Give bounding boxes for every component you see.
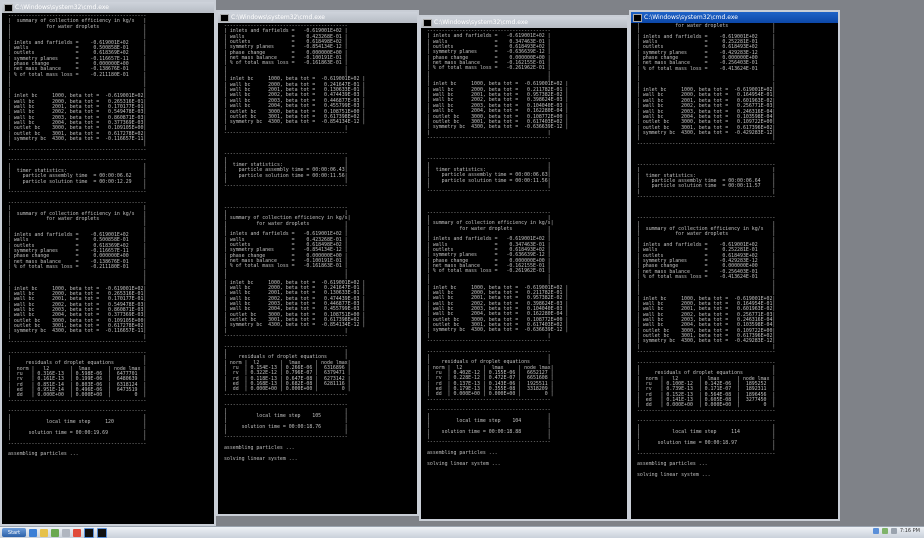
ie-icon[interactable] (29, 528, 37, 537)
cmd-icon (4, 3, 13, 12)
console-output[interactable]: ----------------------------------------… (2, 13, 214, 458)
cmd-icon (220, 13, 229, 22)
window-title: C:\Windows\system32\cmd.exe (15, 4, 109, 11)
taskbar: Start 7:16 PM (0, 526, 924, 538)
console-output[interactable]: ----------------------------------------… (421, 28, 627, 467)
app-icon[interactable] (62, 528, 70, 537)
window-titlebar[interactable]: C:\Windows\system32\cmd.exe (421, 17, 627, 28)
cmd-taskbar-icon[interactable] (97, 527, 107, 538)
cmd-window-4[interactable]: C:\Windows\system32\cmd.exe | for water … (629, 10, 840, 521)
network-icon[interactable] (881, 528, 888, 534)
cmd-window-1[interactable]: C:\Windows\system32\cmd.exe ------------… (0, 0, 216, 526)
cmd-icon (423, 18, 432, 27)
window-title: C:\Windows\system32\cmd.exe (231, 14, 325, 21)
app-icon[interactable] (51, 528, 59, 537)
console-output[interactable]: | for water droplets | | | | inlets and … (631, 23, 838, 478)
cmd-window-3[interactable]: C:\Windows\system32\cmd.exe ------------… (419, 15, 629, 521)
cmd-icon (633, 13, 642, 22)
window-title: C:\Windows\system32\cmd.exe (434, 19, 528, 26)
explorer-icon[interactable] (40, 528, 48, 537)
start-label: Start (7, 529, 21, 536)
cmd-window-2[interactable]: C:\Windows\system32\cmd.exe ------------… (216, 10, 419, 516)
window-title: C:\Windows\system32\cmd.exe (644, 14, 738, 21)
volume-icon[interactable] (890, 528, 897, 534)
tray-icon[interactable] (872, 528, 879, 534)
window-titlebar[interactable]: C:\Windows\system32\cmd.exe (218, 12, 417, 23)
cmd-taskbar-icon[interactable] (84, 527, 94, 538)
start-button[interactable]: Start (2, 528, 26, 537)
app-icon[interactable] (73, 528, 81, 537)
console-output[interactable]: ----------------------------------------… (218, 23, 417, 462)
window-titlebar[interactable]: C:\Windows\system32\cmd.exe (2, 2, 214, 13)
window-titlebar[interactable]: C:\Windows\system32\cmd.exe (631, 12, 838, 23)
clock[interactable]: 7:16 PM (900, 528, 920, 534)
system-tray: 7:16 PM (872, 528, 920, 534)
